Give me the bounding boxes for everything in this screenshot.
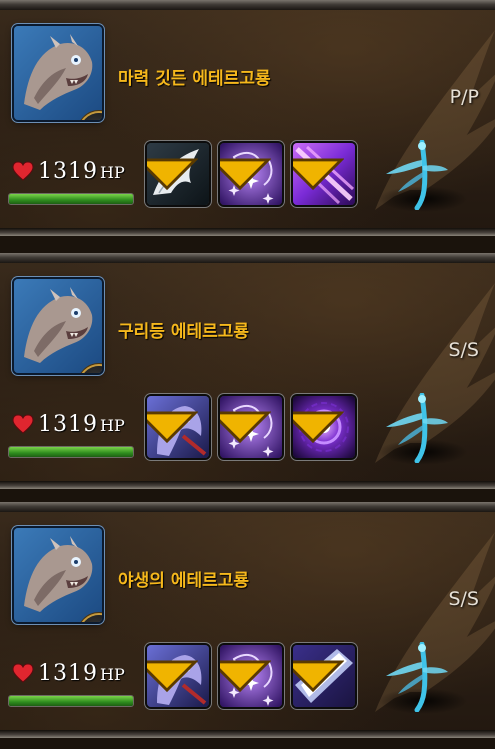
pet-panel-3[interactable]: 25 야생의 에테르고룡 S/S 1319 HP [0,502,495,738]
ability-select-arrow-icon[interactable] [147,143,198,205]
hp-bar-fill [9,447,133,457]
pet-portrait[interactable]: 25 [14,26,102,120]
ability-select-arrow-icon[interactable] [293,143,344,205]
pet-portrait[interactable]: 25 [14,279,102,373]
dragonfly-pet-icon [386,642,448,712]
heart-icon [12,663,34,683]
pet-panel-1[interactable]: 25 마력 깃든 에테르고룡 P/P 1319 HP [0,0,495,236]
ability-slot-1[interactable] [147,396,209,458]
hp-bar-fill [9,194,133,204]
ability-slots [147,143,355,205]
ability-select-arrow-icon[interactable] [147,645,198,707]
level-badge: 25 [80,615,102,622]
pet-name: 마력 깃든 에테르고룡 [118,69,271,89]
hp-bar [8,446,134,458]
ability-select-arrow-icon[interactable] [293,396,344,458]
level-badge: 25 [80,366,102,373]
ability-slot-2[interactable] [220,396,282,458]
hp-value: 1319 [38,159,98,184]
ability-select-arrow-icon[interactable] [147,396,198,458]
breed-label: P/P [449,86,479,108]
hp-bar [8,193,134,205]
ability-slots [147,645,355,707]
ability-slot-1[interactable] [147,143,209,205]
pet-name: 야생의 에테르고룡 [118,571,250,591]
ability-slot-1[interactable] [147,645,209,707]
hp-value: 1319 [38,661,98,686]
hp-unit: HP [100,416,125,435]
dragon-portrait-icon [24,287,93,363]
level-badge: 25 [80,113,102,120]
ability-select-arrow-icon[interactable] [220,645,271,707]
ability-slot-3[interactable] [293,396,355,458]
heart-icon [12,161,34,181]
health-display: 1319 HP [12,158,125,184]
hp-value: 1319 [38,412,98,437]
pet-name: 구리등 에테르고룡 [118,322,250,342]
dragonfly-pet-icon [386,140,448,210]
ability-select-arrow-icon[interactable] [293,645,344,707]
hp-bar [8,695,134,707]
ability-slot-3[interactable] [293,143,355,205]
pet-portrait[interactable]: 25 [14,528,102,622]
breed-label: S/S [448,339,479,361]
hp-unit: HP [100,163,125,182]
health-display: 1319 HP [12,411,125,437]
ability-select-arrow-icon[interactable] [220,396,271,458]
ability-slots [147,396,355,458]
ability-select-arrow-icon[interactable] [220,143,271,205]
hp-unit: HP [100,665,125,684]
pet-panel-2[interactable]: 25 구리등 에테르고룡 S/S 1319 HP [0,253,495,489]
dragon-portrait-icon [24,34,93,111]
dragonfly-pet-icon [386,393,448,463]
ability-slot-3[interactable] [293,645,355,707]
breed-label: S/S [448,588,479,610]
ability-slot-2[interactable] [220,645,282,707]
heart-icon [12,414,34,434]
dragon-portrait-icon [24,536,93,612]
hp-bar-fill [9,696,133,706]
ability-slot-2[interactable] [220,143,282,205]
health-display: 1319 HP [12,660,125,686]
